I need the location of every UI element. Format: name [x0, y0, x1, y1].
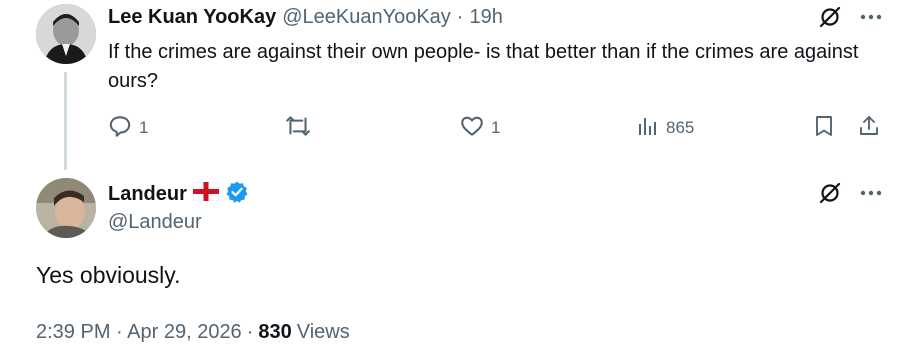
- retweet-button[interactable]: [284, 112, 312, 144]
- retweet-icon: [284, 113, 312, 144]
- tweet-thread: Lee Kuan YooKay @LeeKuanYooKay · 19h If …: [0, 0, 897, 364]
- views-count: 865: [666, 118, 695, 137]
- reply-author-handle[interactable]: @Landeur: [108, 211, 202, 234]
- tweet-header: Lee Kuan YooKay @LeeKuanYooKay · 19h: [108, 6, 503, 32]
- views-icon: [636, 114, 660, 143]
- grok-icon[interactable]: [817, 180, 843, 206]
- tweet-action-bar: 1 1 865: [0, 112, 897, 144]
- header-separator: ·: [456, 6, 464, 28]
- reply-author-name-row: Landeur: [108, 181, 249, 207]
- like-button[interactable]: 1: [459, 112, 500, 144]
- reply-timestamp[interactable]: 2:39 PM · Apr 29, 2026: [36, 321, 242, 344]
- reply-author-display-name[interactable]: Landeur: [108, 183, 187, 206]
- england-flag-icon: [192, 181, 220, 206]
- reply-views-count: 830: [258, 321, 292, 343]
- reply-count: 1: [139, 118, 149, 137]
- avatar-landeur[interactable]: [36, 178, 96, 238]
- like-icon: [459, 113, 485, 144]
- like-count: 1: [491, 118, 501, 137]
- verified-badge-icon[interactable]: [225, 180, 249, 209]
- reply-views-label: Views: [296, 321, 350, 343]
- more-icon[interactable]: [858, 4, 884, 30]
- reply-button[interactable]: 1: [107, 112, 148, 144]
- views-button[interactable]: 865: [636, 112, 694, 144]
- more-icon[interactable]: [858, 180, 884, 206]
- grok-icon[interactable]: [817, 4, 843, 30]
- share-button[interactable]: [857, 112, 881, 144]
- tweet-time[interactable]: 19h: [469, 6, 502, 29]
- bookmark-icon: [812, 113, 836, 144]
- author-handle[interactable]: @LeeKuanYooKay: [282, 6, 451, 29]
- bookmark-button[interactable]: [812, 112, 836, 144]
- tweet-text: If the crimes are against their own peop…: [108, 41, 859, 92]
- author-display-name[interactable]: Lee Kuan YooKay: [108, 6, 276, 29]
- reply-icon: [107, 113, 133, 144]
- share-icon: [857, 113, 881, 144]
- avatar-lee-kuan-yookay[interactable]: [36, 4, 96, 64]
- reply-meta-row: 2:39 PM · Apr 29, 2026 · 830 Views: [36, 321, 350, 344]
- reply-tweet-text: Yes obviously.: [36, 262, 181, 288]
- meta-separator: ·: [246, 321, 254, 343]
